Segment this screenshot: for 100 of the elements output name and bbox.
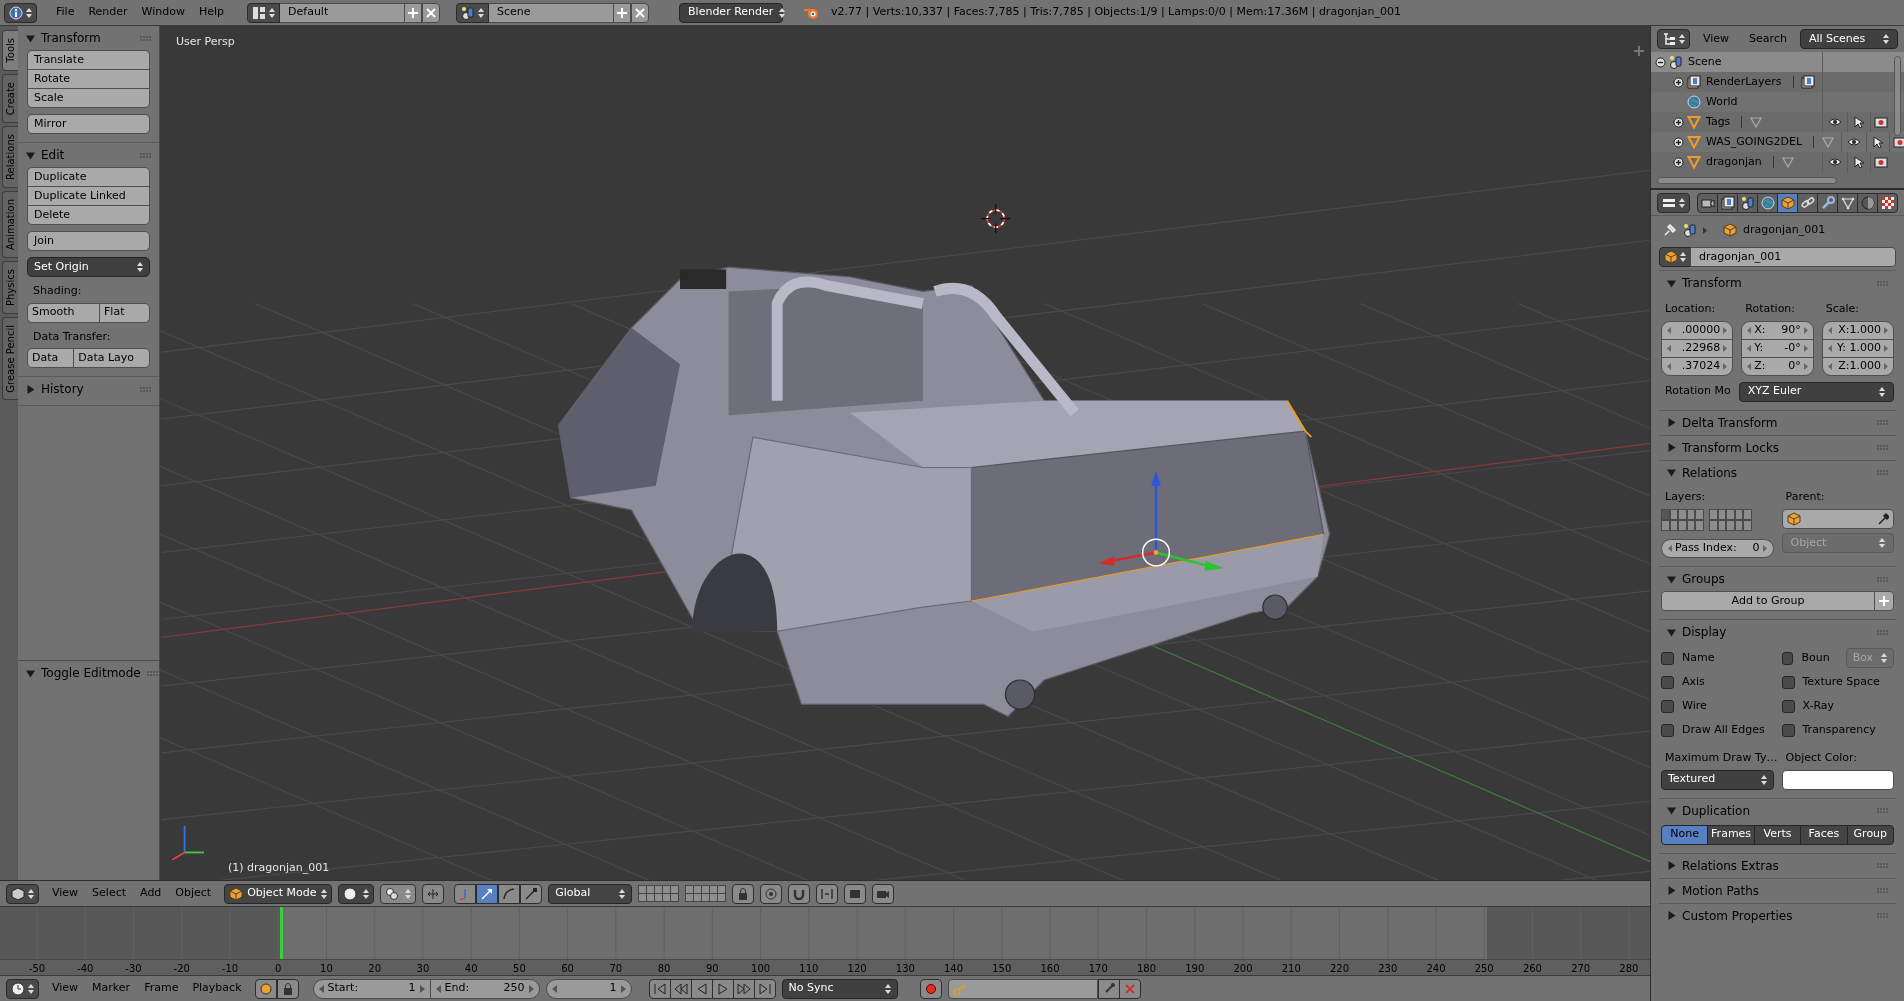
properties-tab[interactable] bbox=[1817, 192, 1838, 213]
jump-start-button[interactable] bbox=[648, 978, 671, 999]
eyedropper-icon[interactable] bbox=[1877, 513, 1889, 525]
rotation-field[interactable]: Z: 0° bbox=[1741, 356, 1814, 376]
properties-tab[interactable] bbox=[1777, 192, 1798, 213]
menu-item[interactable]: Playback bbox=[185, 978, 249, 999]
sidebar-tab[interactable]: Grease Pencil bbox=[2, 316, 18, 401]
tool-button[interactable]: Translate bbox=[27, 50, 150, 70]
mode-dropdown[interactable]: Object Mode bbox=[224, 883, 333, 904]
outliner-row[interactable]: World bbox=[1651, 92, 1904, 112]
sidebar-tab[interactable]: Physics bbox=[2, 260, 18, 314]
grip-icon[interactable] bbox=[140, 386, 151, 392]
layer-toggle[interactable] bbox=[1743, 520, 1752, 531]
mesh-data-icon[interactable] bbox=[1749, 115, 1764, 129]
checkbox[interactable] bbox=[1781, 699, 1795, 713]
mesh-data-icon[interactable] bbox=[1780, 155, 1795, 169]
layer-toggle[interactable] bbox=[1669, 520, 1679, 531]
tool-button[interactable]: Join bbox=[27, 231, 150, 251]
add-button[interactable] bbox=[1874, 591, 1894, 611]
expand-toggle-icon[interactable] bbox=[1655, 56, 1666, 68]
orientation-dropdown[interactable]: Global bbox=[548, 883, 633, 904]
grip-icon[interactable] bbox=[1877, 420, 1888, 425]
layer-toggle[interactable] bbox=[1661, 520, 1670, 531]
menu-item[interactable]: File bbox=[49, 2, 82, 23]
transform-gizmo-icon[interactable] bbox=[1098, 471, 1224, 571]
sync-dropdown[interactable]: No Sync bbox=[781, 978, 898, 999]
vertical-scrollbar[interactable] bbox=[1894, 56, 1901, 136]
disclosure-triangle-icon[interactable] bbox=[1667, 574, 1676, 584]
menu-item[interactable]: Add bbox=[133, 883, 169, 904]
editor-type-button[interactable] bbox=[4, 2, 37, 23]
scale-manipulator-button[interactable] bbox=[520, 883, 543, 904]
properties-tab[interactable] bbox=[1737, 192, 1758, 213]
sidebar-tab[interactable]: Create bbox=[2, 73, 18, 123]
insert-keyframe-button[interactable] bbox=[1097, 978, 1120, 999]
tool-button[interactable]: Delete bbox=[27, 205, 150, 225]
layer-toggle[interactable] bbox=[1678, 509, 1687, 520]
layer-toggle[interactable] bbox=[1686, 520, 1696, 531]
shading-dropdown[interactable] bbox=[338, 883, 375, 904]
layer-toggle[interactable] bbox=[1717, 520, 1727, 531]
checkbox[interactable] bbox=[1661, 651, 1674, 665]
camera-button[interactable] bbox=[872, 883, 895, 904]
play-button[interactable] bbox=[711, 978, 734, 999]
3d-cursor-icon[interactable] bbox=[980, 203, 1011, 234]
eye-icon[interactable] bbox=[1847, 137, 1861, 147]
add-button[interactable] bbox=[613, 2, 632, 23]
menu-item[interactable]: Search bbox=[1742, 29, 1794, 49]
expand-toggle-icon[interactable] bbox=[1673, 136, 1684, 148]
rotation-mode-dropdown[interactable]: XYZ Euler bbox=[1738, 381, 1894, 402]
grip-icon[interactable] bbox=[1877, 888, 1888, 893]
layer-toggle[interactable] bbox=[1661, 509, 1670, 520]
properties-tab[interactable] bbox=[1697, 192, 1718, 213]
scale-field[interactable]: X:1.000 bbox=[1821, 320, 1894, 340]
grip-icon[interactable] bbox=[140, 35, 151, 41]
layer-toggle[interactable] bbox=[1734, 520, 1744, 531]
tool-button[interactable]: Flat bbox=[99, 302, 150, 323]
properties-tab[interactable] bbox=[1757, 192, 1778, 213]
rotation-field[interactable]: X: 90° bbox=[1741, 320, 1814, 340]
play-reverse-button[interactable] bbox=[690, 978, 713, 999]
menu-item[interactable]: Render bbox=[81, 2, 135, 23]
grip-icon[interactable] bbox=[1877, 629, 1888, 635]
previous-keyframe-button[interactable] bbox=[669, 978, 692, 999]
expand-toggle-icon[interactable] bbox=[1673, 156, 1684, 168]
layer-toggle[interactable] bbox=[1669, 509, 1679, 520]
sidebar-tab[interactable]: Tools bbox=[2, 30, 18, 71]
layer-toggle[interactable] bbox=[1678, 520, 1687, 531]
disclosure-triangle-icon[interactable] bbox=[26, 150, 35, 160]
lock-button[interactable] bbox=[276, 978, 299, 999]
layer-toggle[interactable] bbox=[1708, 509, 1718, 520]
render-engine-dropdown[interactable]: Blender Render bbox=[679, 2, 784, 23]
color-swatch[interactable] bbox=[1781, 769, 1894, 790]
proportional-button[interactable] bbox=[760, 883, 783, 904]
close-button[interactable] bbox=[422, 2, 441, 23]
checkbox[interactable] bbox=[1661, 723, 1674, 737]
layer-toggle[interactable] bbox=[1734, 509, 1744, 520]
checkbox[interactable] bbox=[1781, 723, 1795, 737]
disclosure-triangle-icon[interactable] bbox=[1667, 886, 1676, 895]
expand-toggle-icon[interactable] bbox=[1673, 116, 1684, 128]
cursor-arrow-icon[interactable] bbox=[1853, 155, 1864, 169]
editor-type-button[interactable] bbox=[1657, 192, 1690, 213]
pivot-dropdown[interactable] bbox=[380, 883, 417, 904]
menu-item[interactable]: Frame bbox=[137, 978, 186, 999]
close-button[interactable] bbox=[631, 2, 650, 23]
car-model-drawing[interactable] bbox=[557, 266, 1331, 718]
outliner-row[interactable]: Scene bbox=[1651, 52, 1904, 72]
properties-tab[interactable] bbox=[1837, 192, 1858, 213]
disclosure-triangle-icon[interactable] bbox=[26, 384, 35, 394]
scene-field[interactable]: Scene bbox=[489, 2, 614, 23]
menu-item[interactable]: Help bbox=[191, 2, 232, 23]
grip-icon[interactable] bbox=[1877, 808, 1888, 813]
jump-end-button[interactable] bbox=[753, 978, 776, 999]
grip-icon[interactable] bbox=[1877, 470, 1888, 475]
disclosure-triangle-icon[interactable] bbox=[1667, 861, 1676, 870]
tool-button[interactable]: Mirror bbox=[27, 114, 150, 134]
render-layers-icon[interactable] bbox=[1800, 75, 1815, 89]
delete-keyframe-button[interactable] bbox=[1118, 978, 1141, 999]
keying-button[interactable] bbox=[254, 978, 277, 999]
disclosure-triangle-icon[interactable] bbox=[1667, 468, 1676, 477]
next-keyframe-button[interactable] bbox=[732, 978, 755, 999]
layer-toggle[interactable] bbox=[1717, 509, 1727, 520]
tool-button[interactable]: Smooth bbox=[27, 302, 100, 323]
